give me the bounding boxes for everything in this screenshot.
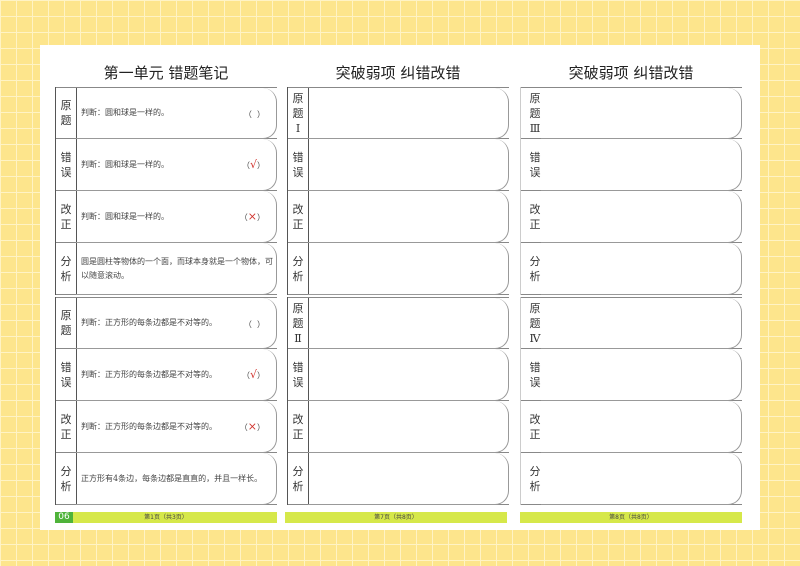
- answer-bracket: （√）: [242, 368, 265, 381]
- blank-row[interactable]: 分析: [288, 453, 509, 505]
- row-text: 判断：圆和球是一样的。: [81, 108, 169, 117]
- blank-row[interactable]: 分析: [521, 243, 742, 295]
- note-row: 原题 判断：正方形的每条边都是不对等的。 （ ）: [56, 297, 277, 349]
- row-label: 原题Ⅰ: [292, 91, 304, 135]
- row-label: 错误: [60, 150, 72, 179]
- note-row: 分析 圆是圆柱等物体的一个面，而球本身就是一个物体，可以随意滚动。: [56, 243, 277, 295]
- blank-row[interactable]: 错误: [288, 349, 509, 401]
- blank-row[interactable]: 错误: [521, 139, 742, 191]
- practice-column-2: 突破弱项 纠错改错 原题Ⅲ 错误 改正 分析 原题Ⅳ 错误 改正 分析: [520, 45, 742, 507]
- page-footer-text: 第8页（共8页）: [609, 514, 653, 521]
- answer-mark: ×: [247, 210, 257, 223]
- row-label: 改正: [529, 412, 541, 441]
- row-label: 分析: [529, 254, 541, 283]
- row-label: 错误: [292, 150, 304, 179]
- row-label: 分析: [292, 464, 304, 493]
- row-text: 判断：正方形的每条边都是不对等的。: [81, 369, 217, 379]
- note-row: 改正 判断：正方形的每条边都是不对等的。 （×）: [56, 401, 277, 453]
- worksheet-page: 第一单元 错题笔记 原题 判断：圆和球是一样的。（ ）错误 判断：圆和球是一样的。（…: [40, 45, 760, 530]
- note-row: 分析 正方形有4条边，每条边都是直直的，并且一样长。: [56, 453, 277, 505]
- row-label: 分析: [60, 254, 72, 283]
- note-row: 原题 判断：圆和球是一样的。 （ ）: [56, 87, 277, 139]
- answer-bracket: （ ）: [244, 107, 265, 120]
- bracket-open: （: [243, 109, 252, 119]
- row-text: 判断：圆和球是一样的。: [81, 159, 169, 169]
- answer-mark: √: [249, 158, 257, 171]
- row-label: 原题: [60, 99, 72, 127]
- row-label: 分析: [60, 464, 72, 493]
- row-label: 错误: [529, 360, 541, 389]
- bracket-open: （: [239, 213, 248, 222]
- row-label: 改正: [292, 202, 304, 231]
- footer-bar: 06 第1页（共3页）: [55, 512, 277, 523]
- blank-row[interactable]: 错误: [521, 349, 742, 401]
- answer-mark: √: [249, 368, 257, 381]
- row-text: 圆是圆柱等物体的一个面，而球本身就是一个物体，可以随意滚动。: [81, 256, 273, 280]
- row-text: 判断：圆和球是一样的。: [81, 211, 169, 221]
- row-label: 原题Ⅳ: [529, 301, 541, 345]
- row-label: 原题Ⅱ: [292, 301, 304, 345]
- footer-bar: 第8页（共8页）: [520, 512, 742, 523]
- footer-bar: 第7页（共8页）: [285, 512, 507, 523]
- question-group: 原题 判断：圆和球是一样的。（ ）错误 判断：圆和球是一样的。 （√） 改正 判断：圆和球…: [55, 87, 277, 295]
- page-footer-text: 第7页（共8页）: [374, 514, 418, 521]
- bracket-open: （: [241, 371, 250, 380]
- row-label: 错误: [529, 150, 541, 179]
- row-text: 正方形有4条边，每条边都是直直的，并且一样长。: [81, 473, 263, 483]
- blank-row[interactable]: 改正: [288, 401, 509, 453]
- blank-row[interactable]: 错误: [288, 139, 509, 191]
- row-label: 原题: [60, 309, 72, 337]
- column-title: 突破弱项 纠错改错: [568, 64, 694, 82]
- row-label: 改正: [60, 202, 72, 231]
- blank-row[interactable]: 改正: [288, 191, 509, 243]
- answer-mark: ×: [247, 420, 257, 433]
- question-group: 原题Ⅱ 错误改正分析: [287, 297, 509, 505]
- blank-row[interactable]: 改正: [521, 191, 742, 243]
- row-label: 改正: [60, 412, 72, 441]
- page-number-badge: 06: [55, 512, 73, 523]
- column-title: 第一单元 错题笔记: [103, 64, 229, 82]
- row-label: 分析: [529, 464, 541, 493]
- bracket-open: （: [239, 423, 248, 432]
- bracket-close: ）: [257, 109, 265, 119]
- blank-row[interactable]: 分析: [521, 453, 742, 505]
- bracket-close: ）: [257, 161, 265, 170]
- question-group: 原题 判断：正方形的每条边都是不对等的。（ ）错误 判断：正方形的每条边都是不对等的…: [55, 297, 277, 505]
- bracket-close: ）: [257, 423, 265, 432]
- bracket-open: （: [241, 161, 250, 170]
- row-label: 错误: [292, 360, 304, 389]
- bracket-close: ）: [257, 319, 265, 329]
- row-label: 改正: [292, 412, 304, 441]
- row-text: 判断：正方形的每条边都是不对等的。: [81, 421, 217, 431]
- blank-row[interactable]: 原题Ⅲ: [521, 87, 742, 139]
- answer-bracket: （√）: [242, 158, 265, 171]
- note-row: 错误 判断：圆和球是一样的。 （√）: [56, 139, 277, 191]
- blank-row[interactable]: 原题Ⅱ: [288, 297, 509, 349]
- blank-row[interactable]: 改正: [521, 401, 742, 453]
- blank-row[interactable]: 原题Ⅳ: [521, 297, 742, 349]
- blank-row[interactable]: 分析: [288, 243, 509, 295]
- bracket-open: （: [243, 319, 252, 329]
- error-notes-column: 第一单元 错题笔记 原题 判断：圆和球是一样的。（ ）错误 判断：圆和球是一样的。（…: [55, 45, 277, 507]
- column-title: 突破弱项 纠错改错: [335, 64, 461, 82]
- note-row: 改正 判断：圆和球是一样的。 （×）: [56, 191, 277, 243]
- row-label: 改正: [529, 202, 541, 231]
- row-label: 错误: [60, 360, 72, 389]
- note-row: 错误 判断：正方形的每条边都是不对等的。 （√）: [56, 349, 277, 401]
- answer-bracket: （×）: [240, 420, 265, 433]
- row-text: 判断：正方形的每条边都是不对等的。: [81, 318, 217, 327]
- row-label: 原题Ⅲ: [529, 91, 541, 135]
- answer-bracket: （×）: [240, 210, 265, 223]
- question-group: 原题Ⅰ 错误改正分析: [287, 87, 509, 295]
- row-label: 分析: [292, 254, 304, 283]
- practice-column-1: 突破弱项 纠错改错 原题Ⅰ 错误 改正 分析 原题Ⅱ 错误 改正 分析: [287, 45, 509, 507]
- blank-row[interactable]: 原题Ⅰ: [288, 87, 509, 139]
- page-footer-text: 第1页（共3页）: [144, 514, 188, 521]
- question-group: 原题Ⅲ 错误改正分析: [520, 87, 742, 295]
- bracket-close: ）: [257, 213, 265, 222]
- question-group: 原题Ⅳ 错误改正分析: [520, 297, 742, 505]
- bracket-close: ）: [257, 371, 265, 380]
- answer-bracket: （ ）: [244, 317, 265, 330]
